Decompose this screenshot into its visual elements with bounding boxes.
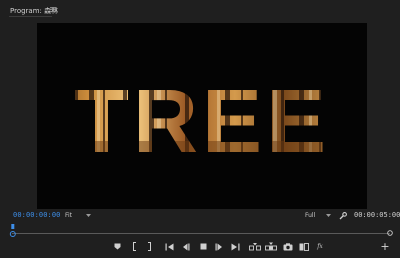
go-to-out-icon <box>231 243 239 250</box>
zoom-value: Fit <box>65 212 73 219</box>
fx-button[interactable]: fx <box>314 241 326 252</box>
mark-out-icon <box>147 242 151 251</box>
mark-in-icon <box>132 242 136 251</box>
transport-controls: fx + <box>0 240 400 254</box>
ruler-track <box>12 233 390 234</box>
resolution-value: Full <box>305 212 316 219</box>
program-video-frame[interactable]: TREE <box>37 23 367 209</box>
comparison-icon <box>299 242 309 251</box>
go-to-in-button[interactable] <box>163 241 175 252</box>
chevron-down-icon <box>86 214 91 217</box>
marker-icon <box>114 243 120 250</box>
add-marker-button[interactable] <box>111 241 123 252</box>
playhead[interactable] <box>8 224 18 238</box>
program-monitor-panel: Program: 森林 00:00:00:00 Fit Full 00:00:0… <box>0 0 400 258</box>
zoom-dropdown[interactable]: Fit <box>65 212 93 221</box>
tab-underline <box>9 16 52 17</box>
chevron-down-icon <box>326 214 331 217</box>
insert-icon <box>249 243 261 251</box>
resolution-dropdown[interactable]: Full <box>305 212 333 221</box>
insert-button[interactable] <box>249 241 261 252</box>
overwrite-icon <box>265 242 277 251</box>
stop-icon <box>200 243 206 250</box>
plus-icon[interactable]: + <box>380 241 390 252</box>
step-forward-icon <box>215 243 222 250</box>
go-to-out-button[interactable] <box>229 241 241 252</box>
step-back-icon <box>183 243 190 250</box>
stop-button[interactable] <box>197 241 209 252</box>
mark-out-button[interactable] <box>143 241 155 252</box>
fx-icon: fx <box>317 243 323 250</box>
menu-icon[interactable] <box>50 7 56 12</box>
comparison-view-button[interactable] <box>298 241 310 252</box>
export-frame-icon <box>283 242 293 250</box>
overwrite-button[interactable] <box>265 241 277 252</box>
mark-in-button[interactable] <box>128 241 140 252</box>
current-timecode[interactable]: 00:00:00:00 <box>13 211 60 219</box>
step-forward-button[interactable] <box>213 241 225 252</box>
duration-timecode: 00:00:05:00 <box>354 211 400 219</box>
go-to-in-icon <box>165 243 173 250</box>
export-frame-button[interactable] <box>282 241 294 252</box>
wrench-icon[interactable] <box>339 212 347 220</box>
out-point-marker[interactable] <box>387 230 393 236</box>
panel-header: Program: 森林 <box>0 0 400 19</box>
timecode-row: 00:00:00:00 Fit Full 00:00:05:00 <box>0 210 400 222</box>
step-back-button[interactable] <box>180 241 192 252</box>
video-canvas: TREE <box>37 23 367 209</box>
time-ruler[interactable] <box>8 224 396 238</box>
